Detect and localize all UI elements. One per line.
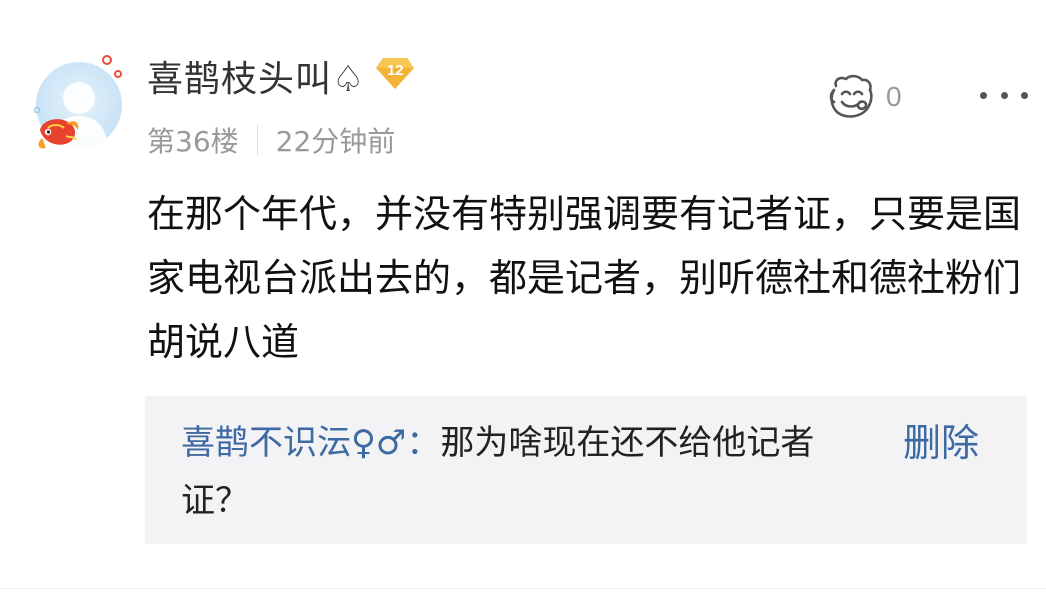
level-number: 12 [386, 62, 404, 79]
more-dot [1021, 91, 1028, 99]
reply-content[interactable]: 喜鹊不识沄♀♂：那为啥现在还不给他记者证？ [181, 414, 881, 530]
avatar-pendant-icon [33, 55, 122, 149]
like-button[interactable]: 0 [826, 72, 902, 122]
comment-page: 喜鹊枝头叫♤ 12 第36楼 22分钟前 0 在那个年代，并没有特别强调要有记者… [0, 0, 1046, 610]
avatar-container[interactable] [30, 52, 130, 162]
thumbs-up-face-icon [829, 74, 873, 118]
more-dot [1000, 91, 1008, 99]
comment-text[interactable]: 在那个年代，并没有特别强调要有记者证，只要是国家电视台派出去的，都是记者，别听德… [147, 182, 1032, 374]
like-count: 0 [886, 81, 902, 112]
username-row: 喜鹊枝头叫♤ 12 [147, 56, 415, 104]
meta-divider [256, 125, 258, 155]
reply-separator: ： [406, 423, 441, 463]
reply-box[interactable]: 喜鹊不识沄♀♂：那为啥现在还不给他记者证？ 删除 [145, 396, 1027, 544]
post-time: 22分钟前 [275, 125, 396, 158]
level-badge[interactable]: 12 [375, 56, 415, 90]
username[interactable]: 喜鹊枝头叫♤ [147, 56, 365, 104]
more-dot [980, 91, 987, 99]
reply-author[interactable]: 喜鹊不识沄♀♂ [181, 423, 406, 463]
delete-button[interactable]: 删除 [903, 414, 979, 472]
divider [0, 588, 1046, 589]
meta-row: 第36楼 22分钟前 [147, 120, 395, 160]
more-button[interactable] [980, 80, 1028, 110]
floor-number: 第36楼 [147, 125, 239, 158]
